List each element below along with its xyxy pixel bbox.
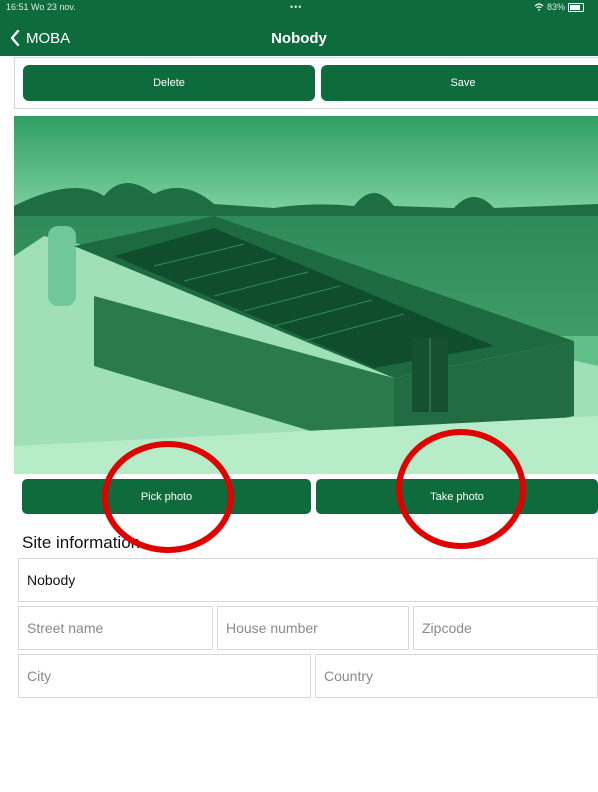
action-panel: Delete Save — [14, 57, 598, 109]
save-button[interactable]: Save — [321, 65, 598, 101]
delete-button[interactable]: Delete — [23, 65, 315, 101]
status-indicators: 83% — [534, 2, 584, 12]
section-title: Site information — [22, 533, 141, 552]
zipcode-field[interactable]: Zipcode — [413, 606, 598, 650]
wifi-icon — [534, 3, 544, 11]
zipcode-placeholder: Zipcode — [422, 620, 472, 636]
street-name-field[interactable]: Street name — [18, 606, 213, 650]
take-photo-button[interactable]: Take photo — [316, 479, 598, 514]
battery-percentage: 83% — [546, 2, 565, 12]
country-field[interactable]: Country — [315, 654, 598, 698]
country-placeholder: Country — [324, 668, 374, 684]
site-name-field[interactable]: Nobody — [18, 558, 598, 602]
status-time: 16:51 Wo 23 nov. — [6, 2, 76, 12]
site-name-value: Nobody — [27, 572, 76, 588]
house-number-placeholder: House number — [226, 620, 318, 636]
street-name-placeholder: Street name — [27, 620, 104, 636]
house-number-field[interactable]: House number — [217, 606, 409, 650]
navigation-bar: 16:51 Wo 23 nov. ••• 83% MOBA Nobody — [0, 0, 598, 56]
battery-icon — [568, 2, 584, 12]
multitasking-dots: ••• — [290, 2, 303, 12]
pick-photo-button[interactable]: Pick photo — [22, 479, 311, 514]
page-title: Nobody — [271, 30, 327, 47]
site-photo — [14, 116, 598, 474]
city-placeholder: City — [27, 668, 52, 684]
city-field[interactable]: City — [18, 654, 311, 698]
